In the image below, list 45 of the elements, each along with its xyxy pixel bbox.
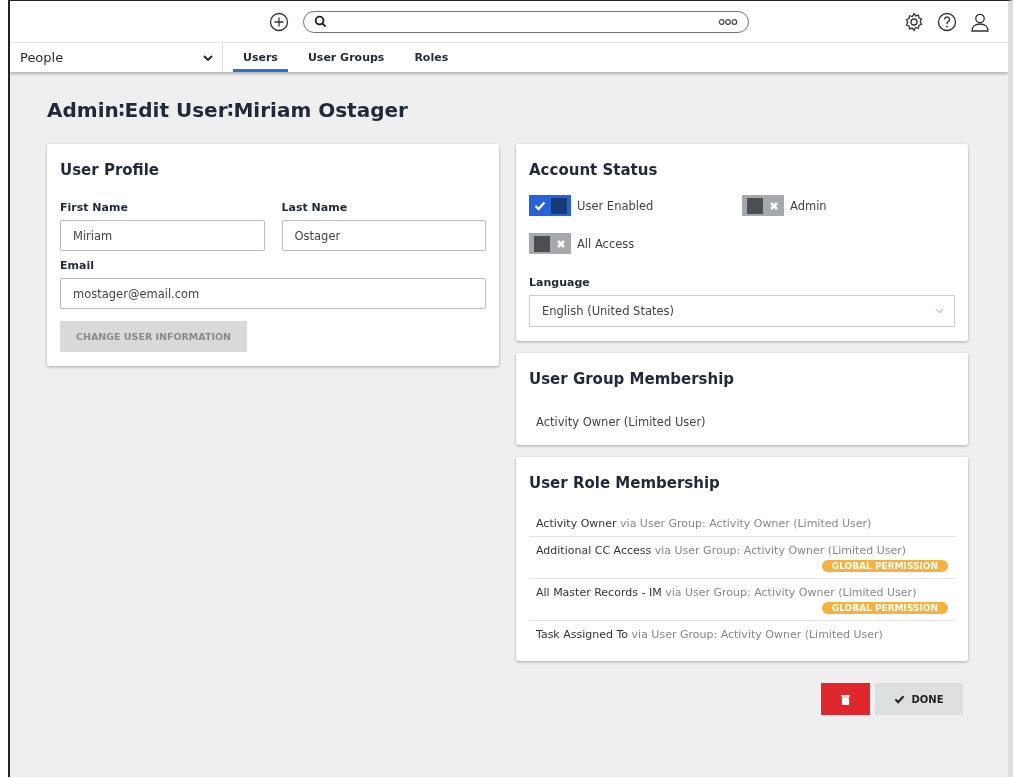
toggle-switch[interactable]: [742, 195, 784, 216]
card-title: User Group Membership: [529, 370, 736, 388]
role-item: Activity Owner via User Group: Activity Owner (Limited User): [536, 517, 873, 530]
field-label: Last Name: [281, 201, 349, 214]
chevron-down-icon: [203, 54, 213, 61]
more-icon[interactable]: [718, 17, 738, 26]
close-icon: [556, 238, 566, 249]
language-dropdown[interactable]: English (United States): [529, 295, 955, 327]
page-title: Admin∶Edit User∶Miriam Ostager: [47, 98, 409, 122]
text-field[interactable]: mostager@email.com: [60, 278, 486, 309]
delete-button[interactable]: [821, 683, 870, 715]
toggle-label: All Access: [577, 236, 635, 251]
card-title: User Role Membership: [529, 474, 721, 492]
group-item: Activity Owner (Limited User): [535, 414, 707, 431]
help-icon[interactable]: [937, 12, 957, 32]
nav-tab[interactable]: User Groups: [297, 43, 395, 72]
chevron-down-icon: [935, 308, 944, 314]
global-permission-badge: GLOBAL PERMISSION: [821, 560, 948, 572]
field-label: Email: [60, 259, 95, 272]
settings-icon[interactable]: [904, 12, 924, 32]
toggle-switch[interactable]: [529, 195, 571, 216]
toggle-label: User Enabled: [577, 198, 654, 213]
card-title: User Profile: [60, 161, 161, 179]
toggle-switch[interactable]: [529, 233, 571, 254]
check-icon: [533, 200, 546, 211]
search-icon: [314, 15, 327, 28]
close-icon: [769, 200, 779, 211]
trash-icon: [841, 693, 850, 705]
card-title: Account Status: [529, 161, 659, 179]
text-field[interactable]: Ostager: [281, 220, 486, 251]
nav-tab[interactable]: Roles: [404, 43, 459, 72]
role-item: All Master Records - IM via User Group: Activity Owner (Limited User): [536, 586, 918, 599]
module-dropdown[interactable]: People: [10, 43, 223, 72]
role-item: Task Assigned To via User Group: Activity Owner (Limited User): [536, 628, 884, 641]
check-icon: [894, 694, 906, 704]
role-item: Additional CC Access via User Group: Activity Owner (Limited User): [536, 544, 907, 557]
toggle-label: Admin: [790, 198, 827, 213]
user-icon[interactable]: [970, 12, 990, 32]
field-label: First Name: [60, 201, 129, 214]
field-label: Language: [529, 276, 591, 289]
global-permission-badge: GLOBAL PERMISSION: [821, 602, 948, 614]
nav-tab[interactable]: Users: [233, 43, 288, 72]
text-field[interactable]: Miriam: [60, 220, 265, 251]
done-button[interactable]: DONE: [875, 683, 963, 715]
add-icon[interactable]: [269, 11, 289, 32]
